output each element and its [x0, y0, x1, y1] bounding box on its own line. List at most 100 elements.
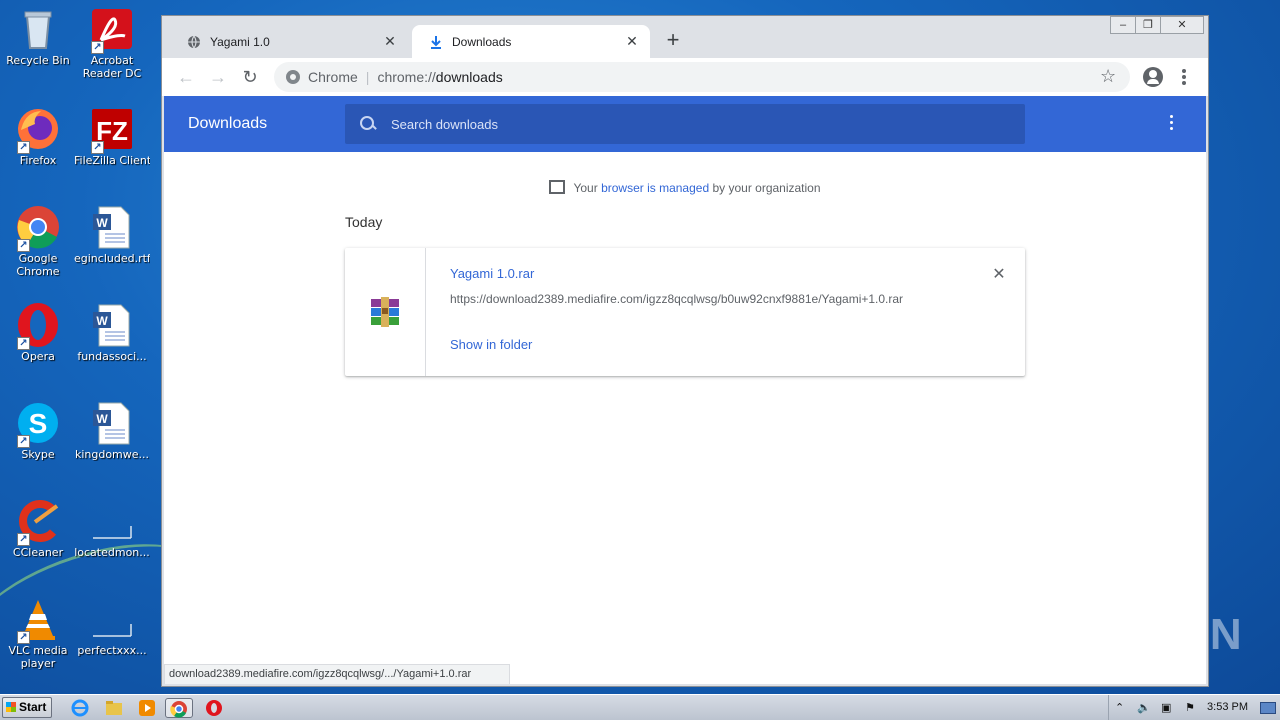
desktop-icon-opera[interactable]: ↗ Opera [0, 296, 76, 386]
media-player-icon[interactable] [137, 698, 157, 718]
desktop-icon-chrome[interactable]: ↗ Google Chrome [0, 198, 76, 288]
search-icon [359, 115, 377, 133]
search-input[interactable] [391, 116, 991, 132]
svg-text:W: W [96, 412, 108, 426]
bookmark-star-icon[interactable]: ☆ [1100, 66, 1116, 87]
tab-downloads[interactable]: Downloads ✕ [412, 25, 650, 58]
ccleaner-icon: ↗ [15, 498, 61, 546]
desktop-icon-fundassoci[interactable]: W fundassoci... [74, 296, 150, 386]
desktop-icon-vlc[interactable]: ↗ VLC media player [0, 590, 76, 680]
desktop-icon-label: egincluded.rtf [74, 252, 150, 265]
filezilla-icon: FZ ↗ [89, 106, 135, 154]
opera-taskbar-icon[interactable] [204, 698, 224, 718]
download-filename-link[interactable]: Yagami 1.0.rar [450, 266, 534, 281]
clock[interactable]: 3:53 PM [1207, 701, 1248, 713]
word-doc-icon: W [89, 302, 135, 348]
page-title: Downloads [188, 115, 268, 132]
system-tray: ⌃ 🔈 ▣ ⚑ 3:53 PM [1108, 695, 1280, 720]
managed-suffix: by your organization [709, 181, 821, 195]
desktop-icon-acrobat[interactable]: ↗ Acrobat Reader DC [74, 0, 150, 90]
blank-file-icon [89, 596, 135, 642]
tab-title: Yagami 1.0 [210, 34, 270, 49]
tab-strip: Yagami 1.0 ✕ Downloads ✕ + – ❐ ✕ [162, 16, 1208, 58]
globe-icon [186, 34, 202, 50]
desktop-icon-locatedmon[interactable]: locatedmon... [74, 492, 150, 582]
address-bar[interactable]: Chrome | chrome://downloads [274, 62, 1130, 92]
tray-expand-icon[interactable]: ⌃ [1115, 701, 1124, 714]
acrobat-icon: ↗ [89, 6, 135, 54]
close-tab-icon[interactable]: ✕ [624, 33, 640, 49]
show-desktop-button[interactable] [1260, 702, 1276, 714]
reload-icon[interactable]: ↻ [238, 65, 262, 89]
desktop-icon-label: perfectxxx... [77, 644, 147, 657]
managed-link[interactable]: browser is managed [601, 181, 709, 195]
window-controls: – ❐ ✕ [1110, 16, 1204, 34]
minimize-button[interactable]: – [1110, 16, 1136, 34]
downloads-menu-icon[interactable] [1167, 115, 1175, 135]
desktop-icon-filezilla[interactable]: FZ ↗ FileZilla Client [74, 100, 150, 190]
browser-menu-icon[interactable] [1176, 67, 1192, 87]
downloads-header: Downloads [164, 96, 1206, 152]
show-in-folder-link[interactable]: Show in folder [450, 337, 532, 352]
desktop-icon-label: Skype [21, 448, 55, 461]
downloads-page: Downloads Your browser is managed by you… [164, 96, 1206, 684]
action-center-flag-icon[interactable]: ⚑ [1185, 701, 1195, 714]
desktop-icon-label: locatedmon... [74, 546, 150, 559]
explorer-folder-icon[interactable] [104, 698, 124, 718]
omnibox-chip: Chrome [308, 69, 358, 85]
close-tab-icon[interactable]: ✕ [382, 33, 398, 49]
desktop-icon-egincluded[interactable]: W egincluded.rtf [74, 198, 150, 288]
volume-icon[interactable]: 🔈 [1137, 701, 1151, 714]
chrome-page-icon [286, 70, 300, 84]
desktop-icon-label: VLC media player [8, 644, 68, 670]
desktop-icon-label: FileZilla Client [74, 154, 150, 167]
desktop-icon-firefox[interactable]: ↗ Firefox [0, 100, 76, 190]
close-window-button[interactable]: ✕ [1160, 16, 1204, 34]
svg-text:W: W [96, 216, 108, 230]
desktop-icon-ccleaner[interactable]: ↗ CCleaner [0, 492, 76, 582]
file-icon-panel [345, 248, 426, 376]
chrome-icon: ↗ [15, 204, 61, 252]
svg-text:W: W [96, 314, 108, 328]
desktop-icon-label: fundassoci... [77, 350, 147, 363]
back-arrow-icon[interactable]: ← [174, 65, 198, 89]
new-tab-button[interactable]: + [662, 29, 684, 52]
managed-prefix: Your [573, 181, 602, 195]
download-icon [428, 34, 444, 50]
browser-window: Yagami 1.0 ✕ Downloads ✕ + – ❐ ✕ ← → ↻ C… [161, 15, 1209, 687]
svg-text:S: S [29, 408, 48, 439]
word-doc-icon: W [89, 204, 135, 250]
desktop-icon-recycle-bin[interactable]: Recycle Bin [0, 0, 76, 90]
desktop-icon-label: CCleaner [12, 546, 64, 559]
desktop-icon-kingdomwe[interactable]: W kingdomwe... [74, 394, 150, 484]
network-icon[interactable]: ▣ [1161, 701, 1171, 714]
omnibox-path: downloads [435, 69, 503, 85]
start-button[interactable]: Start [2, 697, 52, 718]
date-section-heading: Today [345, 214, 383, 230]
ie-icon[interactable] [70, 698, 90, 718]
blank-file-icon [89, 498, 135, 544]
opera-icon: ↗ [15, 302, 61, 350]
desktop-icon-label: Firefox [19, 154, 57, 167]
desktop-icon-label: Google Chrome [16, 252, 60, 278]
recycle-bin-icon [15, 6, 61, 52]
managed-notice: Your browser is managed by your organiza… [164, 180, 1206, 195]
tab-yagami[interactable]: Yagami 1.0 ✕ [170, 25, 408, 58]
chrome-taskbar-icon[interactable] [165, 698, 193, 718]
forward-arrow-icon[interactable]: → [206, 65, 230, 89]
download-item: Yagami 1.0.rar https://download2389.medi… [345, 248, 1025, 376]
desktop-icon-perfectxxx[interactable]: perfectxxx... [74, 590, 150, 680]
word-doc-icon: W [89, 400, 135, 446]
profile-avatar-icon[interactable] [1143, 67, 1163, 87]
skype-icon: S ↗ [15, 400, 61, 448]
desktop-icon-label: Recycle Bin [6, 54, 70, 67]
building-icon [549, 180, 566, 194]
taskbar: Start ⌃ 🔈 ▣ ⚑ 3:53 PM [0, 694, 1280, 720]
desktop-icon-skype[interactable]: S ↗ Skype [0, 394, 76, 484]
search-bar[interactable] [345, 104, 1025, 144]
vlc-icon: ↗ [15, 596, 61, 644]
download-source-url[interactable]: https://download2389.mediafire.com/igzz8… [450, 292, 903, 306]
remove-download-icon[interactable]: ✕ [989, 264, 1009, 284]
status-bubble: download2389.mediafire.com/igzz8qcqlwsg/… [164, 664, 510, 684]
maximize-button[interactable]: ❐ [1135, 16, 1161, 34]
